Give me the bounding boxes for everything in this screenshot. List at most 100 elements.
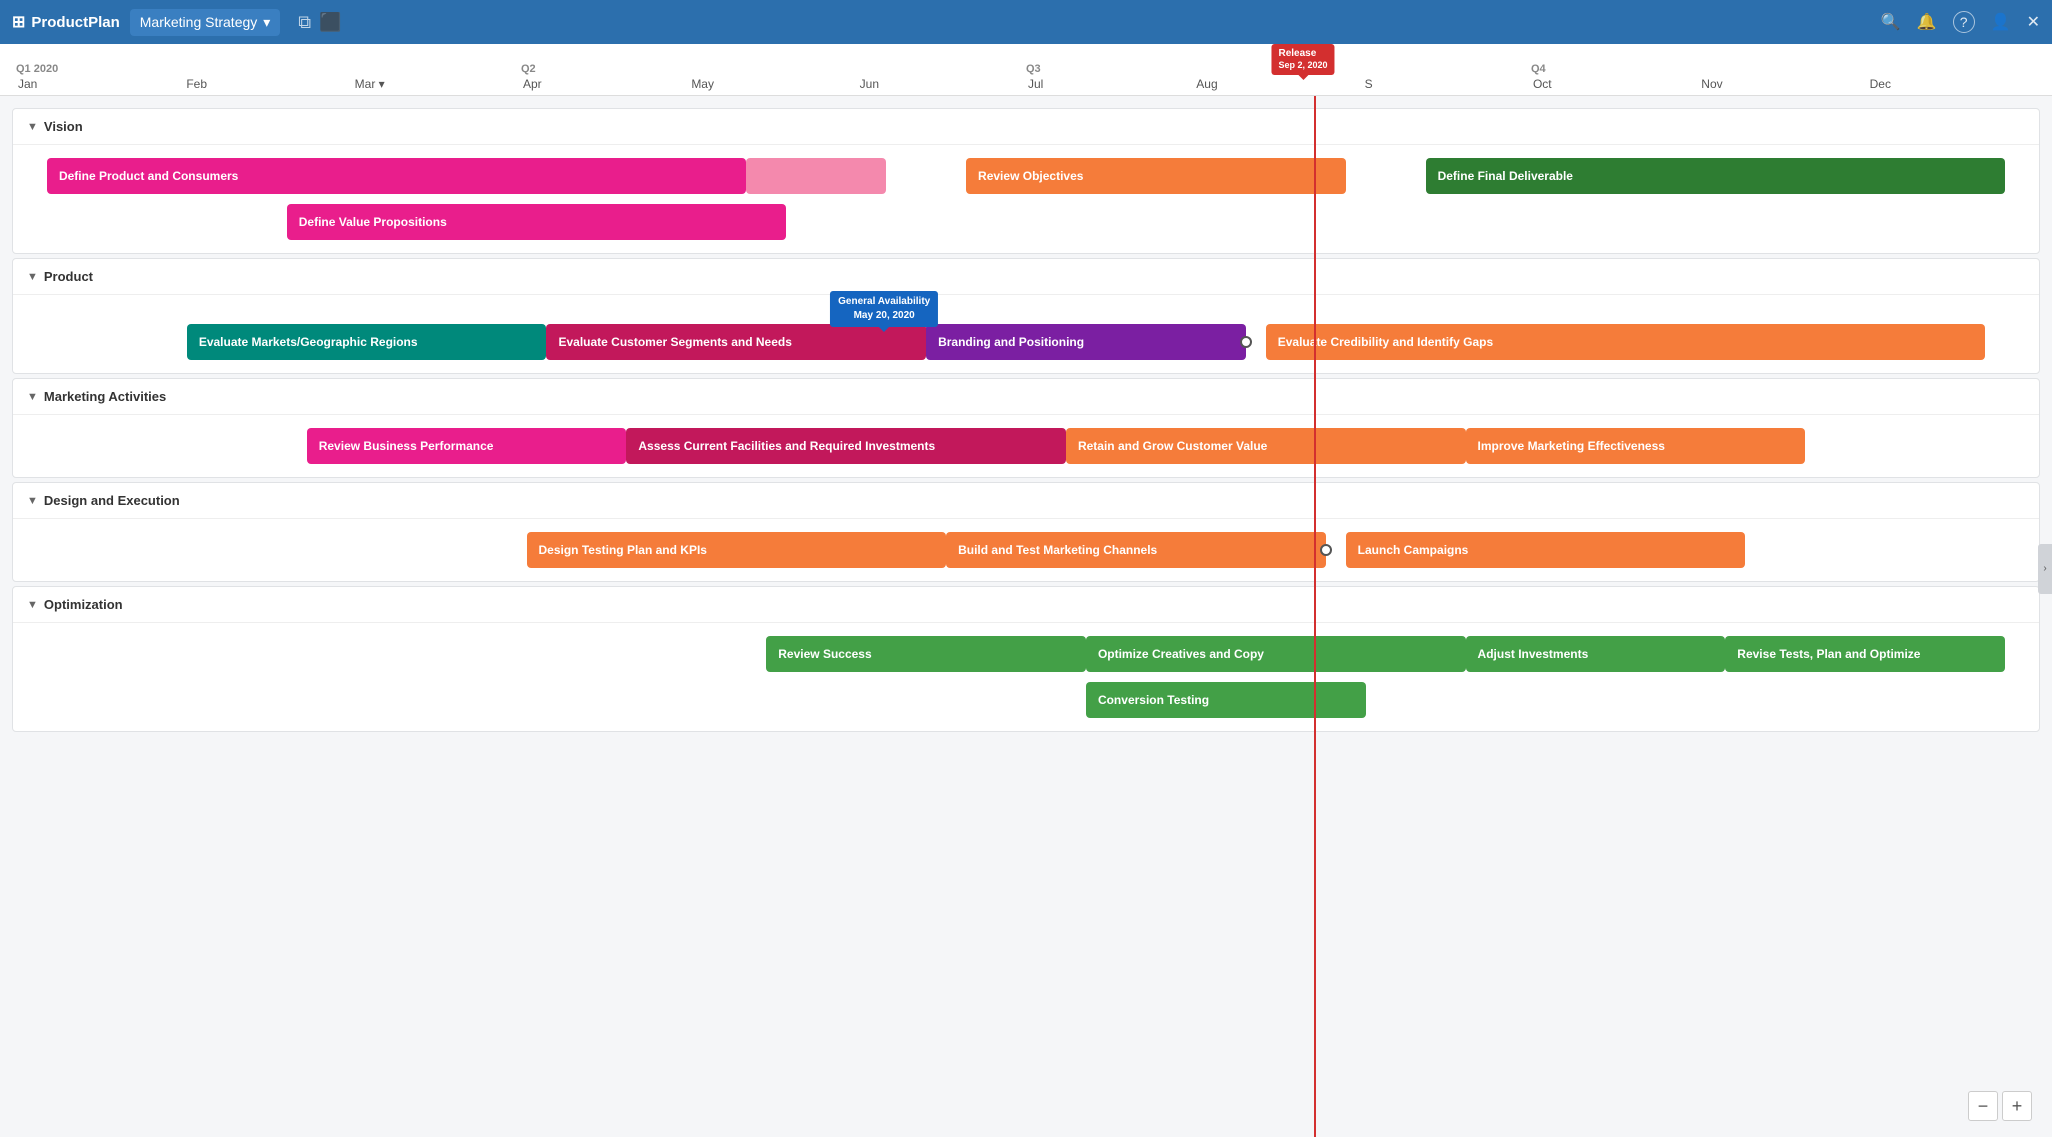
bar-evaluate-markets-label: Evaluate Markets/Geographic Regions bbox=[199, 335, 418, 349]
month-jan: Jan bbox=[16, 77, 184, 91]
main-content: Release Sep 2, 2020 Q1 2020 Jan Feb Mar … bbox=[0, 44, 2052, 1137]
bar-revise-tests[interactable]: Revise Tests, Plan and Optimize bbox=[1725, 636, 2005, 672]
bar-adjust-investments-label: Adjust Investments bbox=[1478, 647, 1589, 661]
bar-revise-tests-label: Revise Tests, Plan and Optimize bbox=[1737, 647, 1920, 661]
ga-date: May 20, 2020 bbox=[838, 309, 930, 323]
chevron-product-icon: ▼ bbox=[27, 271, 38, 283]
bar-review-objectives[interactable]: Review Objectives bbox=[966, 158, 1346, 194]
q1-label: Q1 2020 bbox=[16, 63, 58, 75]
save-icon[interactable]: ⬛ bbox=[319, 12, 341, 33]
bar-evaluate-customers-label: Evaluate Customer Segments and Needs bbox=[558, 335, 791, 349]
bar-design-testing-label: Design Testing Plan and KPIs bbox=[539, 543, 707, 557]
bar-assess-facilities[interactable]: Assess Current Facilities and Required I… bbox=[626, 428, 1066, 464]
lane-marketing: ▼ Marketing Activities Review Business P… bbox=[12, 378, 2040, 478]
lane-vision-body: Define Product and Consumers Review Obje… bbox=[13, 145, 2039, 253]
bar-evaluate-markets[interactable]: Evaluate Markets/Geographic Regions bbox=[187, 324, 547, 360]
bar-review-success[interactable]: Review Success bbox=[766, 636, 1086, 672]
toolbar-icons: ⧉ ⬛ bbox=[298, 12, 341, 33]
month-nov: Nov bbox=[1699, 77, 1867, 91]
bar-optimize-creatives-label: Optimize Creatives and Copy bbox=[1098, 647, 1264, 661]
help-icon[interactable]: ? bbox=[1953, 11, 1975, 33]
timeline-header: Release Sep 2, 2020 Q1 2020 Jan Feb Mar … bbox=[0, 44, 2052, 96]
zoom-out-button[interactable]: − bbox=[1968, 1091, 1998, 1121]
chevron-optimization-icon: ▼ bbox=[27, 599, 38, 611]
bar-evaluate-credibility[interactable]: Evaluate Credibility and Identify Gaps bbox=[1266, 324, 1985, 360]
lane-vision-header[interactable]: ▼ Vision bbox=[13, 109, 2039, 145]
bar-adjust-investments[interactable]: Adjust Investments bbox=[1466, 636, 1726, 672]
optimization-row-2: Conversion Testing bbox=[27, 681, 2025, 719]
bar-define-product-label: Define Product and Consumers bbox=[59, 169, 238, 183]
lane-product-label: Product bbox=[44, 269, 93, 284]
bar-assess-facilities-label: Assess Current Facilities and Required I… bbox=[638, 439, 935, 453]
vision-row-1: Define Product and Consumers Review Obje… bbox=[27, 157, 2025, 195]
bar-optimize-creatives[interactable]: Optimize Creatives and Copy bbox=[1086, 636, 1466, 672]
bar-improve-marketing-label: Improve Marketing Effectiveness bbox=[1478, 439, 1665, 453]
bar-define-product-ext[interactable] bbox=[746, 158, 886, 194]
lane-vision: ▼ Vision Define Product and Consumers Re… bbox=[12, 108, 2040, 254]
brand-logo: ⊞ ProductPlan bbox=[12, 12, 120, 32]
bar-review-business[interactable]: Review Business Performance bbox=[307, 428, 627, 464]
bar-launch-campaigns[interactable]: Launch Campaigns bbox=[1346, 532, 1746, 568]
zoom-in-button[interactable]: + bbox=[2002, 1091, 2032, 1121]
zoom-controls: − + bbox=[1968, 1091, 2032, 1121]
milestone-branding bbox=[1240, 336, 1252, 348]
bar-conversion-testing-label: Conversion Testing bbox=[1098, 693, 1209, 707]
lane-marketing-header[interactable]: ▼ Marketing Activities bbox=[13, 379, 2039, 415]
lane-optimization: ▼ Optimization Review Success Optimize C… bbox=[12, 586, 2040, 732]
month-aug: Aug bbox=[1194, 77, 1362, 91]
app-header: ⊞ ProductPlan Marketing Strategy ▾ ⧉ ⬛ 🔍… bbox=[0, 0, 2052, 44]
bar-define-final[interactable]: Define Final Deliverable bbox=[1426, 158, 2005, 194]
lane-product-header[interactable]: ▼ Product bbox=[13, 259, 2039, 295]
bar-define-product[interactable]: Define Product and Consumers bbox=[47, 158, 746, 194]
close-icon[interactable]: ✕ bbox=[2027, 12, 2040, 32]
lane-design-header[interactable]: ▼ Design and Execution bbox=[13, 483, 2039, 519]
header-left: ⊞ ProductPlan Marketing Strategy ▾ ⧉ ⬛ bbox=[12, 9, 342, 36]
bar-define-final-label: Define Final Deliverable bbox=[1438, 169, 1573, 183]
lane-marketing-label: Marketing Activities bbox=[44, 389, 166, 404]
bar-build-test[interactable]: Build and Test Marketing Channels bbox=[946, 532, 1326, 568]
q4-label: Q4 bbox=[1531, 63, 1546, 75]
chevron-marketing-icon: ▼ bbox=[27, 391, 38, 403]
release-marker: Release Sep 2, 2020 bbox=[1271, 44, 1334, 75]
bar-design-testing[interactable]: Design Testing Plan and KPIs bbox=[527, 532, 947, 568]
q2-label: Q2 bbox=[521, 63, 536, 75]
lane-design: ▼ Design and Execution Design Testing Pl… bbox=[12, 482, 2040, 582]
bar-retain-grow[interactable]: Retain and Grow Customer Value bbox=[1066, 428, 1466, 464]
lane-design-label: Design and Execution bbox=[44, 493, 180, 508]
header-actions: 🔍 🔔 ? 👤 ✕ bbox=[1881, 11, 2040, 33]
bar-improve-marketing[interactable]: Improve Marketing Effectiveness bbox=[1466, 428, 1806, 464]
month-apr: Apr bbox=[521, 77, 689, 91]
plan-title-button[interactable]: Marketing Strategy ▾ bbox=[130, 9, 281, 36]
milestone-build-test bbox=[1320, 544, 1332, 556]
timeline-months: Q1 2020 Jan Feb Mar ▾ Q2 Apr May Jun Q3 … bbox=[16, 59, 2036, 95]
month-mar: Mar ▾ bbox=[353, 77, 521, 91]
chevron-vision-icon: ▼ bbox=[27, 121, 38, 133]
bar-retain-grow-label: Retain and Grow Customer Value bbox=[1078, 439, 1267, 453]
lane-design-body: Design Testing Plan and KPIs Build and T… bbox=[13, 519, 2039, 581]
bar-review-business-label: Review Business Performance bbox=[319, 439, 494, 453]
bar-conversion-testing[interactable]: Conversion Testing bbox=[1086, 682, 1366, 718]
bar-branding[interactable]: Branding and Positioning bbox=[926, 324, 1246, 360]
copy-icon[interactable]: ⧉ bbox=[298, 12, 311, 33]
search-icon[interactable]: 🔍 bbox=[1881, 12, 1901, 32]
notification-icon[interactable]: 🔔 bbox=[1917, 12, 1937, 32]
month-jul: Jul bbox=[1026, 77, 1194, 91]
design-row-1: Design Testing Plan and KPIs Build and T… bbox=[27, 531, 2025, 569]
lane-optimization-header[interactable]: ▼ Optimization bbox=[13, 587, 2039, 623]
marketing-row-1: Review Business Performance Assess Curre… bbox=[27, 427, 2025, 465]
bar-branding-label: Branding and Positioning bbox=[938, 335, 1084, 349]
chevron-down-icon: ▾ bbox=[263, 14, 270, 31]
month-dec: Dec bbox=[1868, 77, 2036, 91]
bar-define-value[interactable]: Define Value Propositions bbox=[287, 204, 787, 240]
sidebar-toggle[interactable]: › bbox=[2038, 544, 2052, 594]
month-sep: S bbox=[1363, 77, 1531, 91]
bar-define-value-label: Define Value Propositions bbox=[299, 215, 447, 229]
month-feb: Feb bbox=[184, 77, 352, 91]
bar-build-test-label: Build and Test Marketing Channels bbox=[958, 543, 1157, 557]
bar-review-success-label: Review Success bbox=[778, 647, 871, 661]
lane-product-body: General Availability May 20, 2020 Evalua… bbox=[13, 295, 2039, 373]
user-icon[interactable]: 👤 bbox=[1991, 12, 2011, 32]
bar-evaluate-customers[interactable]: Evaluate Customer Segments and Needs bbox=[546, 324, 926, 360]
lane-optimization-body: Review Success Optimize Creatives and Co… bbox=[13, 623, 2039, 731]
bar-launch-campaigns-label: Launch Campaigns bbox=[1358, 543, 1469, 557]
